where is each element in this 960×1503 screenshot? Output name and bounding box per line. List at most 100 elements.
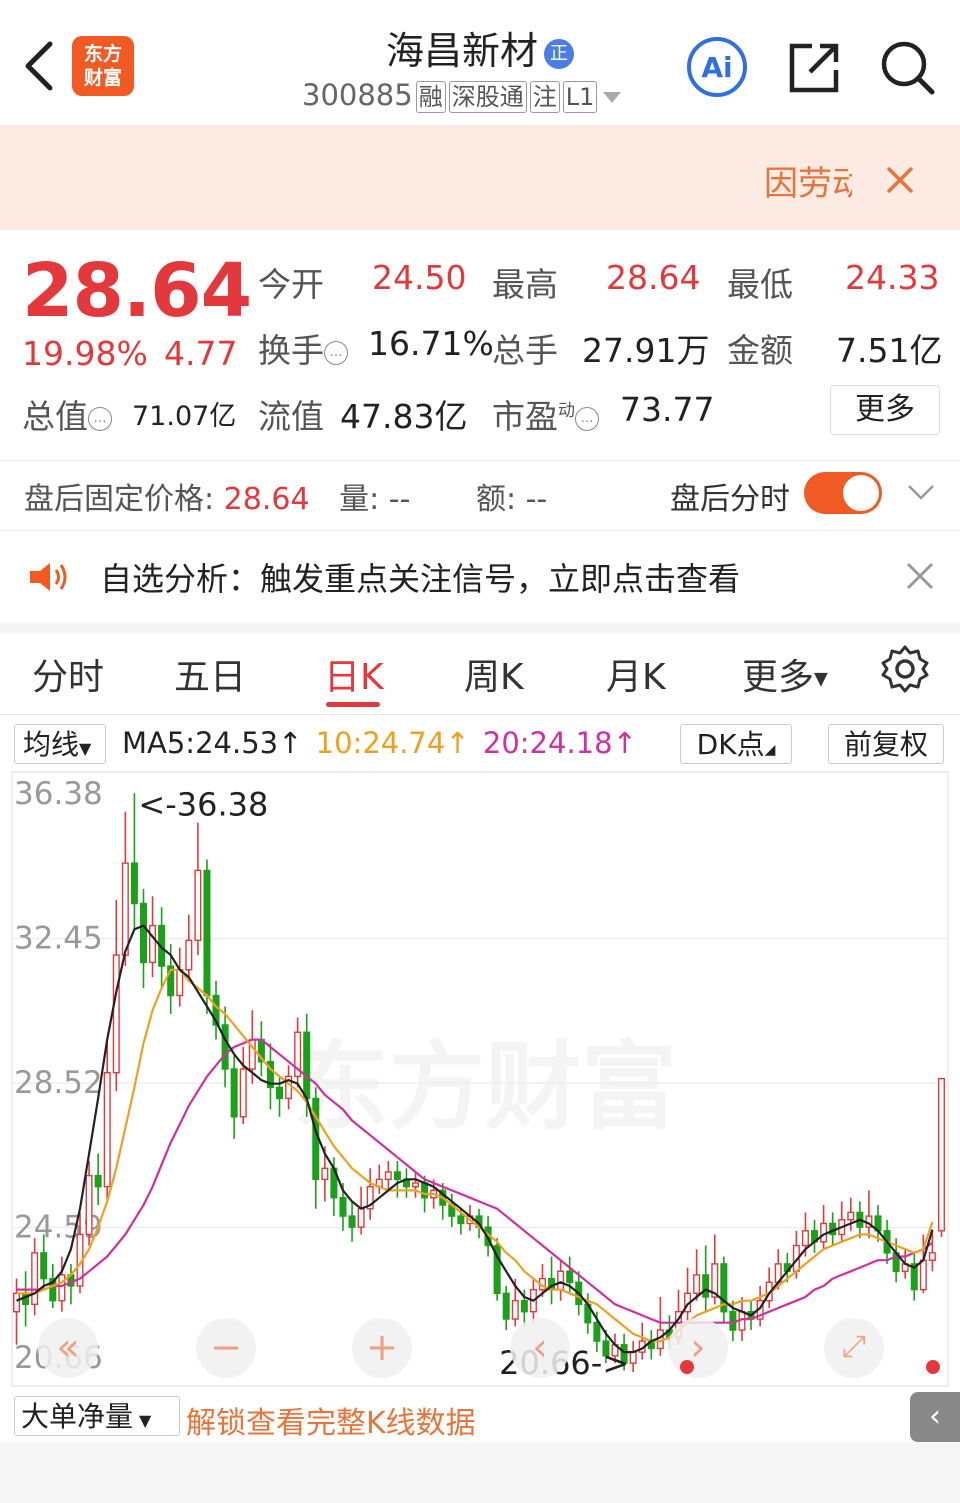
- stock-code: 300885: [302, 78, 413, 112]
- alert-text[interactable]: 自选分析：触发重点关注信号，立即点击查看: [100, 554, 740, 600]
- candle-body: [348, 1215, 356, 1228]
- pe-value: 73.77: [620, 390, 715, 429]
- up-arrow-icon: ↑: [278, 726, 303, 760]
- unlock-k-data-link[interactable]: 解锁查看完整K线数据: [186, 1398, 476, 1442]
- candle-body: [702, 1274, 710, 1298]
- ma-select[interactable]: 均线▼: [14, 724, 106, 764]
- market-cap-value: 71.07亿: [132, 401, 237, 432]
- candle-body: [321, 1167, 329, 1181]
- high-value: 28.64: [606, 258, 701, 297]
- candle-body: [937, 1077, 945, 1232]
- candle-body: [357, 1208, 365, 1228]
- tab-daily-k[interactable]: 日K: [324, 648, 384, 700]
- amount-label: 金额: [727, 331, 793, 370]
- ma20-value: 20:24.18: [482, 726, 613, 760]
- candle-body: [339, 1197, 347, 1217]
- adjust-mode-button[interactable]: 前复权: [828, 724, 944, 764]
- turnover-label[interactable]: 换手…: [258, 324, 348, 372]
- info-icon[interactable]: …: [575, 406, 599, 431]
- dropdown-triangle-icon: ▼: [814, 668, 828, 690]
- candle-body: [593, 1322, 601, 1342]
- alert-close-icon[interactable]: [904, 560, 936, 592]
- float-cap-value: 47.83亿: [340, 397, 468, 436]
- candle-body: [457, 1215, 465, 1225]
- stock-code-row[interactable]: 300885 融深股通注 L1: [302, 78, 622, 113]
- candle-body: [40, 1252, 48, 1280]
- candle-body: [393, 1171, 401, 1181]
- high-label: 最高: [492, 265, 558, 304]
- volume-value: 27.91万: [582, 331, 710, 370]
- banner-close-icon[interactable]: [880, 160, 920, 200]
- candle-body: [275, 1086, 284, 1100]
- tab-weekly-k[interactable]: 周K: [464, 648, 524, 700]
- event-dot[interactable]: [926, 1360, 940, 1374]
- tab-five-day[interactable]: 五日: [174, 648, 246, 700]
- tab-intraday[interactable]: 分时: [32, 648, 104, 700]
- candle-body: [112, 954, 120, 1074]
- ma10-value: 10:24.74: [315, 726, 446, 760]
- event-dot[interactable]: [680, 1360, 694, 1374]
- official-badge-icon: 正: [544, 38, 574, 69]
- share-icon[interactable]: [788, 40, 842, 94]
- after-hours-toggle-label: 盘后分时: [670, 482, 790, 517]
- candle-body: [303, 1031, 311, 1100]
- market-cap-label[interactable]: 总值…: [22, 390, 112, 438]
- candle-body: [203, 869, 211, 997]
- gear-icon[interactable]: [880, 644, 930, 694]
- indicator-select[interactable]: 大单净量 ▼: [14, 1396, 180, 1436]
- candle-body: [139, 902, 147, 964]
- scroll-left-button[interactable]: ‹: [510, 1318, 570, 1378]
- active-tab-indicator: [326, 702, 380, 707]
- scroll-left-fast-button[interactable]: «: [38, 1318, 98, 1378]
- k-line-chart[interactable]: 东方财富 36.3832.4528.5224.5920.66 <-36.3820…: [0, 770, 960, 1390]
- high-marker: <-36.38: [138, 785, 268, 823]
- candle-body: [511, 1299, 519, 1320]
- scroll-right-button[interactable]: ›: [668, 1318, 728, 1378]
- candle-body: [221, 1024, 229, 1070]
- chevron-down-icon[interactable]: [906, 482, 936, 502]
- after-hours-toggle[interactable]: [804, 472, 882, 514]
- after-vol-value: --: [388, 482, 411, 517]
- candle-body: [185, 939, 193, 971]
- candle-body: [693, 1274, 701, 1295]
- fullscreen-button[interactable]: ⤢: [824, 1318, 884, 1378]
- more-quote-button[interactable]: 更多: [830, 385, 940, 435]
- info-icon[interactable]: …: [88, 406, 112, 431]
- collapse-panel-button[interactable]: ‹: [910, 1392, 960, 1442]
- speaker-icon: [30, 563, 67, 591]
- zoom-out-button[interactable]: −: [196, 1318, 256, 1378]
- candle-body: [149, 924, 157, 964]
- y-tick-label: 28.52: [14, 1065, 103, 1101]
- y-tick-label: 32.45: [14, 921, 103, 957]
- banner-text[interactable]: 因劳动: [764, 156, 852, 205]
- candle-body: [928, 1252, 936, 1261]
- dropdown-triangle-icon[interactable]: [603, 91, 622, 103]
- turnover-value: 16.71%: [368, 324, 494, 363]
- after-vol-label: 量:: [339, 482, 380, 517]
- ma10-line: [16, 968, 934, 1343]
- up-arrow-icon: ↑: [612, 726, 637, 760]
- dropdown-triangle-icon: ▼: [79, 739, 92, 758]
- change-amount: 4.77: [164, 334, 238, 373]
- tag-registered: 注: [529, 81, 560, 113]
- candle-body: [58, 1274, 66, 1302]
- candle-body: [94, 1174, 102, 1188]
- dk-point-button[interactable]: DK点◢: [680, 724, 792, 764]
- candle-body: [502, 1292, 510, 1320]
- tab-more[interactable]: 更多▼: [742, 648, 828, 700]
- pe-label[interactable]: 市盈动…: [492, 390, 599, 438]
- low-label: 最低: [727, 265, 793, 304]
- candle-body: [85, 1174, 93, 1236]
- info-icon[interactable]: …: [324, 340, 348, 365]
- candle-body: [847, 1211, 855, 1221]
- search-icon[interactable]: [878, 38, 936, 96]
- tag-connect: 深股通: [448, 81, 527, 113]
- candle-body: [566, 1270, 574, 1283]
- candle-body: [130, 862, 138, 905]
- tab-monthly-k[interactable]: 月K: [606, 648, 666, 700]
- ai-assistant-icon[interactable]: Ai: [686, 36, 748, 98]
- zoom-in-button[interactable]: +: [352, 1318, 412, 1378]
- ma-values: MA5:24.53↑ 10:24.74↑ 20:24.18↑: [122, 726, 637, 760]
- candle-body: [13, 1292, 21, 1313]
- volume-label: 总手: [492, 331, 558, 370]
